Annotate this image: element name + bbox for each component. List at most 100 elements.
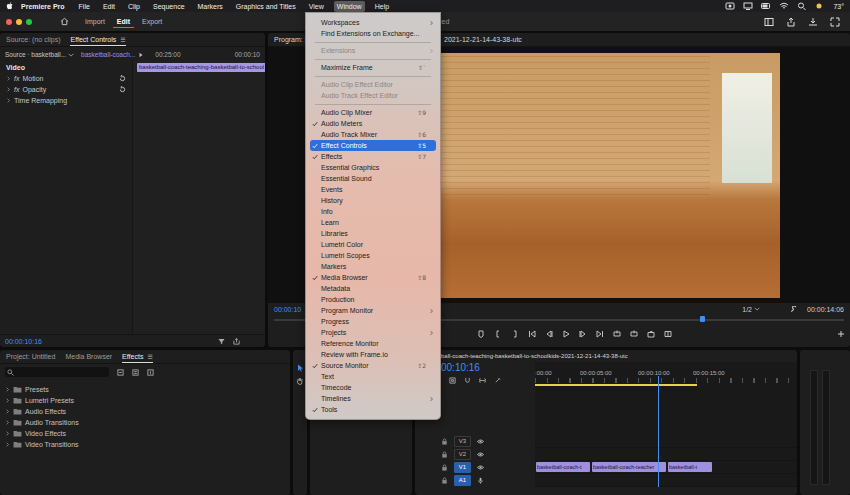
filter-icon[interactable] bbox=[218, 338, 225, 345]
quick-export-icon[interactable] bbox=[808, 17, 818, 27]
menu-item[interactable]: Audio Track Effect Editor bbox=[310, 90, 436, 101]
menu-item[interactable]: Audio Clip Effect Editor bbox=[310, 79, 436, 90]
play-icon[interactable] bbox=[562, 330, 570, 338]
playhead[interactable] bbox=[658, 376, 659, 487]
display-icon[interactable] bbox=[743, 2, 753, 10]
yuv-effects-icon[interactable] bbox=[147, 369, 154, 376]
folder-row[interactable]: Video Transitions bbox=[5, 439, 285, 450]
track-header[interactable]: V3 bbox=[441, 435, 535, 448]
menubar-item[interactable]: Edit bbox=[100, 1, 118, 12]
property-row[interactable]: fxOpacity bbox=[6, 84, 126, 95]
panel-tab[interactable]: Effect Controls☰ bbox=[70, 34, 125, 46]
search-icon[interactable] bbox=[797, 2, 807, 10]
menu-item[interactable]: Lumetri Color bbox=[310, 239, 436, 250]
menubar-item[interactable]: Graphics and Titles bbox=[233, 1, 299, 12]
linked-selection-icon[interactable] bbox=[479, 377, 486, 384]
track-header[interactable]: V1 bbox=[441, 461, 535, 474]
menu-item[interactable]: Reference Monitor bbox=[310, 338, 436, 349]
track-label[interactable]: V3 bbox=[454, 436, 471, 447]
timeline-timecode[interactable]: 00:10:16 bbox=[441, 362, 535, 374]
zoom-dropdown[interactable]: 1/2 bbox=[742, 306, 760, 313]
menu-item[interactable]: Effects⇧7 bbox=[310, 151, 436, 162]
add-button-icon[interactable] bbox=[837, 330, 845, 338]
folder-row[interactable]: Video Effects bbox=[5, 428, 285, 439]
menu-item[interactable]: Source Monitor⇧2 bbox=[310, 360, 436, 371]
clip-name[interactable]: basketball-coach... bbox=[81, 51, 135, 58]
menubar-item[interactable]: Sequence bbox=[150, 1, 188, 12]
property-row[interactable]: fxMotion bbox=[6, 73, 126, 84]
panel-tab[interactable]: Effects☰ bbox=[122, 351, 153, 363]
menu-item[interactable]: Metadata bbox=[310, 283, 436, 294]
menu-item[interactable]: Projects bbox=[310, 327, 436, 338]
menu-item[interactable]: Text bbox=[310, 371, 436, 382]
folder-row[interactable]: Audio Effects bbox=[5, 406, 285, 417]
minimize-button[interactable] bbox=[16, 19, 22, 25]
play-clip-icon[interactable] bbox=[138, 52, 144, 58]
menu-item[interactable]: Production bbox=[310, 294, 436, 305]
panel-tab[interactable]: Source: (no clips) bbox=[6, 34, 60, 45]
menu-item[interactable]: Essential Graphics bbox=[310, 162, 436, 173]
menu-item[interactable]: History bbox=[310, 195, 436, 206]
track-label[interactable]: V2 bbox=[454, 449, 471, 460]
menu-item[interactable]: Effect Controls⇧5 bbox=[310, 140, 436, 151]
track-label[interactable]: V1 bbox=[454, 462, 471, 473]
sequence-tab[interactable]: ball-coach-teaching-basketball-to-school… bbox=[441, 350, 797, 362]
panel-menu-button[interactable]: ☰ bbox=[120, 36, 125, 43]
fullscreen-icon[interactable] bbox=[830, 17, 840, 27]
track-header[interactable]: V2 bbox=[441, 448, 535, 461]
menu-item[interactable]: Events bbox=[310, 184, 436, 195]
mark-in-icon[interactable] bbox=[494, 330, 502, 338]
track-header[interactable]: A1 bbox=[441, 474, 535, 487]
menu-item[interactable]: Markers bbox=[310, 261, 436, 272]
battery-icon[interactable] bbox=[761, 2, 771, 10]
folder-row[interactable]: Audio Transitions bbox=[5, 417, 285, 428]
expand-chevron-icon[interactable] bbox=[5, 398, 10, 403]
timecode[interactable]: 00:00:10:16 bbox=[5, 338, 42, 345]
timeline-clip[interactable]: basketball-t bbox=[668, 462, 712, 472]
lock-icon[interactable] bbox=[441, 438, 448, 445]
search-field[interactable] bbox=[5, 367, 109, 377]
timeline-clip[interactable]: basketball-coach-t bbox=[536, 462, 590, 472]
menu-item[interactable]: Timelines bbox=[310, 393, 436, 404]
menu-item[interactable]: Tools bbox=[310, 404, 436, 415]
export-frame-icon[interactable] bbox=[647, 330, 655, 338]
fx-badge[interactable]: fx bbox=[14, 86, 19, 93]
workspace-tab[interactable]: Import bbox=[81, 16, 109, 27]
menu-item[interactable]: Media Browser⇧8 bbox=[310, 272, 436, 283]
menu-item[interactable]: Audio Meters bbox=[310, 118, 436, 129]
workspaces-icon[interactable] bbox=[764, 17, 774, 27]
accelerated-effects-icon[interactable] bbox=[117, 369, 124, 376]
menubar-item[interactable]: Markers bbox=[195, 1, 226, 12]
reset-icon[interactable] bbox=[119, 75, 126, 82]
menubar-item[interactable]: Help bbox=[372, 1, 392, 12]
menubar-item[interactable]: File bbox=[76, 1, 93, 12]
workspace-tab[interactable]: Edit bbox=[113, 16, 134, 28]
menu-item[interactable]: Learn bbox=[310, 217, 436, 228]
folder-row[interactable]: Presets bbox=[5, 384, 285, 395]
menu-item[interactable]: Libraries bbox=[310, 228, 436, 239]
property-row[interactable]: Time Remapping bbox=[6, 95, 126, 106]
app-menu[interactable]: Premiere Pro bbox=[21, 3, 65, 10]
expand-chevron-icon[interactable] bbox=[5, 420, 10, 425]
microphone-icon[interactable] bbox=[477, 477, 484, 484]
source-dropdown[interactable]: Source · basketball... bbox=[5, 51, 74, 58]
menubar-item[interactable]: View bbox=[306, 1, 327, 12]
menu-item[interactable]: Timecode bbox=[310, 382, 436, 393]
expand-chevron-icon[interactable] bbox=[6, 87, 11, 92]
fx-badge[interactable]: fx bbox=[14, 75, 19, 82]
menu-item[interactable]: Essential Sound bbox=[310, 173, 436, 184]
track-label[interactable]: A1 bbox=[454, 475, 471, 486]
work-area-bar[interactable] bbox=[535, 384, 697, 386]
expand-chevron-icon[interactable] bbox=[6, 76, 11, 81]
eye-icon[interactable] bbox=[477, 464, 484, 471]
home-icon[interactable] bbox=[60, 17, 69, 26]
ec-clip-bar[interactable]: basketball-coach-teaching-basketball-to-… bbox=[137, 63, 265, 72]
menu-item[interactable]: Info bbox=[310, 206, 436, 217]
apple-icon[interactable] bbox=[6, 1, 14, 11]
menu-item[interactable]: Lumetri Scopes bbox=[310, 250, 436, 261]
panel-tab[interactable]: Media Browser bbox=[65, 351, 112, 362]
panel-tab[interactable]: Project: Untitled bbox=[6, 351, 55, 362]
expand-chevron-icon[interactable] bbox=[5, 387, 10, 392]
comparison-view-icon[interactable] bbox=[664, 330, 672, 338]
close-button[interactable] bbox=[6, 19, 12, 25]
